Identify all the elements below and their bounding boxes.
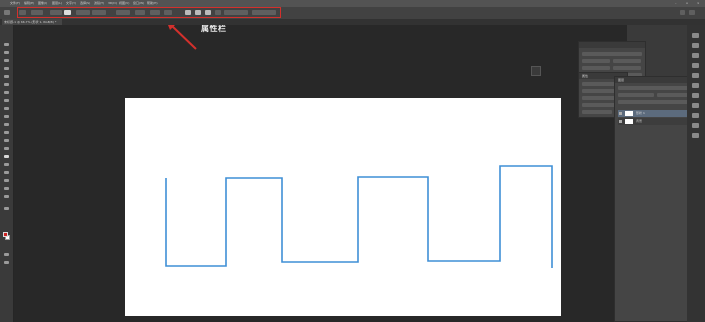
eye-icon[interactable] <box>619 112 622 115</box>
properties-icon[interactable] <box>692 103 699 108</box>
panel-toggle-icon[interactable] <box>531 66 541 76</box>
layer-row-background[interactable]: 背景 <box>618 118 692 125</box>
hand-tool-icon[interactable] <box>4 187 9 190</box>
eyedropper-tool-icon[interactable] <box>4 83 9 86</box>
tracking-field[interactable] <box>613 66 641 70</box>
layer-row-shape[interactable]: 形状 1 <box>618 110 692 117</box>
healing-brush-tool-icon[interactable] <box>4 91 9 94</box>
gradient-tool-icon[interactable] <box>4 131 9 134</box>
foreground-color-swatch[interactable] <box>3 232 8 237</box>
square-wave-path[interactable] <box>125 98 561 316</box>
paths-icon[interactable] <box>692 133 699 138</box>
panel-header <box>579 42 645 48</box>
styles-icon[interactable] <box>692 73 699 78</box>
layers-icon[interactable] <box>692 113 699 118</box>
adjustments-icon[interactable] <box>692 63 699 68</box>
zoom-tool-icon[interactable] <box>4 195 9 198</box>
document-canvas[interactable] <box>125 98 561 316</box>
font-size-field[interactable] <box>582 59 610 63</box>
tools-panel <box>0 25 14 322</box>
brush-tool-icon[interactable] <box>4 99 9 102</box>
path-selection-tool-icon[interactable] <box>4 171 9 174</box>
rectangle-tool-icon[interactable] <box>4 179 9 182</box>
more-tools-icon[interactable] <box>4 207 9 210</box>
pen-tool-icon[interactable] <box>4 155 9 158</box>
lasso-tool-icon[interactable] <box>4 59 9 62</box>
color-icon[interactable] <box>692 43 699 48</box>
history-icon[interactable] <box>692 33 699 38</box>
eraser-tool-icon[interactable] <box>4 123 9 126</box>
channels-icon[interactable] <box>692 123 699 128</box>
swatches-icon[interactable] <box>692 53 699 58</box>
move-tool-icon[interactable] <box>4 43 9 46</box>
paragraph-icon[interactable] <box>692 93 699 98</box>
eye-icon[interactable] <box>619 120 622 123</box>
layer-thumbnail <box>625 111 633 116</box>
layer-thumbnail <box>625 119 633 124</box>
character-icon[interactable] <box>692 83 699 88</box>
panel-icon-strip <box>687 25 705 322</box>
layer-name: 背景 <box>636 119 643 123</box>
document-tab-row: 未标题-1 @ 66.7% (形状 1, RGB/8) * <box>0 19 705 25</box>
history-brush-tool-icon[interactable] <box>4 115 9 118</box>
layers-panel: 图层 形状 1 背景 <box>614 76 694 322</box>
type-tool-icon[interactable] <box>4 163 9 166</box>
crop-tool-icon[interactable] <box>4 75 9 78</box>
screen-mode-icon[interactable] <box>4 261 9 264</box>
quick-mask-icon[interactable] <box>4 253 9 256</box>
layer-filter-select[interactable] <box>618 86 690 90</box>
clone-stamp-tool-icon[interactable] <box>4 107 9 110</box>
layer-name: 形状 1 <box>636 111 645 115</box>
lock-options-row[interactable] <box>618 100 690 104</box>
layers-panel-title: 图层 <box>615 77 693 83</box>
marquee-tool-icon[interactable] <box>4 51 9 54</box>
kerning-field[interactable] <box>582 66 610 70</box>
mask-field[interactable] <box>582 110 612 114</box>
dodge-tool-icon[interactable] <box>4 147 9 150</box>
blur-tool-icon[interactable] <box>4 139 9 142</box>
opacity-field[interactable] <box>657 93 690 97</box>
blend-mode-select[interactable] <box>618 93 654 97</box>
quick-select-tool-icon[interactable] <box>4 67 9 70</box>
font-family-field[interactable] <box>582 52 642 56</box>
leading-field[interactable] <box>613 59 641 63</box>
